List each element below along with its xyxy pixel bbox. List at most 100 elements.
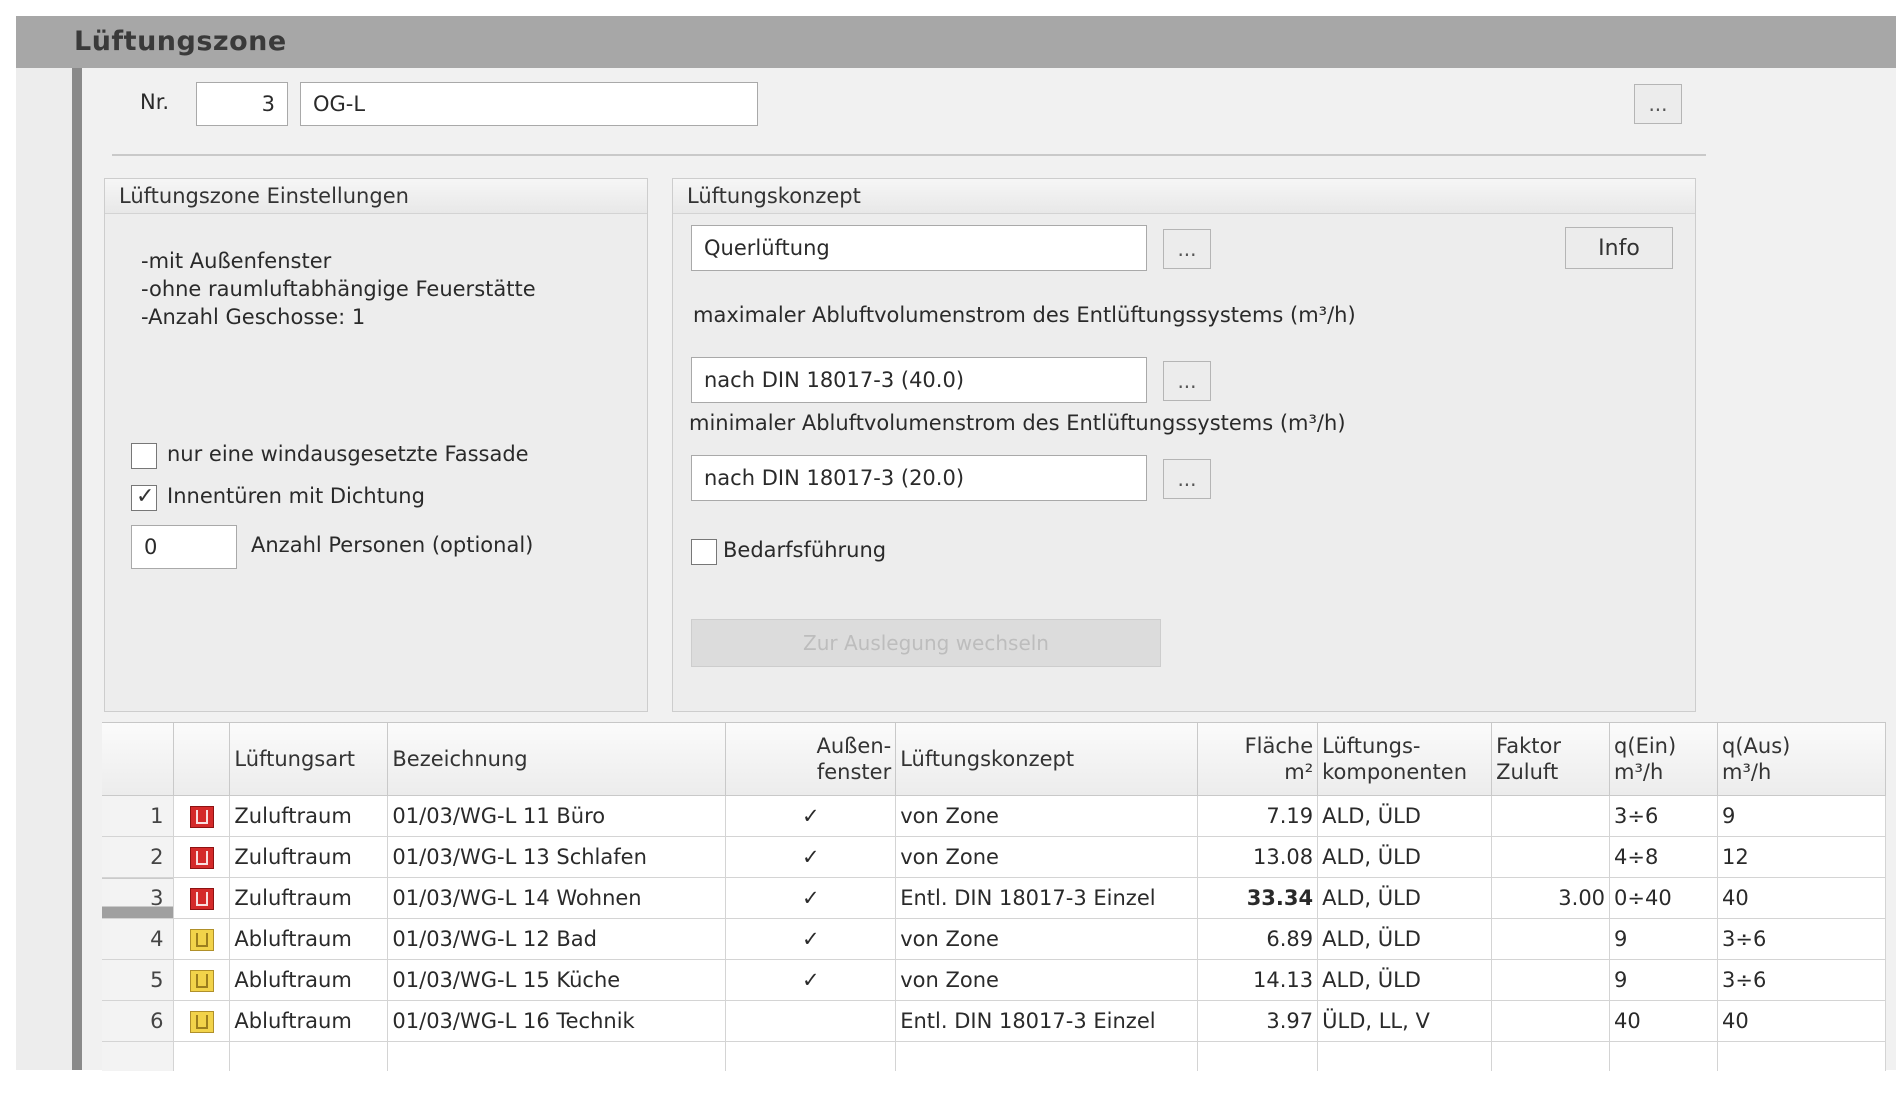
innentueren-checkbox[interactable]: ✓: [131, 484, 157, 511]
cell-qein[interactable]: 0÷40: [1609, 877, 1718, 919]
cell-konzept[interactable]: Entl. DIN 18017-3 Einzel: [895, 1000, 1199, 1042]
cell-art[interactable]: Zuluftraum: [229, 795, 389, 837]
cell-art[interactable]: Abluftraum: [229, 959, 389, 1001]
header-flaeche[interactable]: Fläche m²: [1197, 723, 1319, 796]
cell-qaus[interactable]: 12: [1717, 836, 1886, 878]
header-bezeichnung[interactable]: Bezeichnung: [387, 723, 727, 796]
empty-cell[interactable]: [1197, 1041, 1319, 1071]
row-number[interactable]: 3: [102, 877, 175, 919]
row-number[interactable]: 2: [102, 836, 175, 878]
max-exhaust-input[interactable]: nach DIN 18017-3 (40.0): [691, 357, 1147, 403]
cell-art[interactable]: Abluftraum: [229, 918, 389, 960]
cell-konzept[interactable]: von Zone: [895, 918, 1199, 960]
zone-more-button[interactable]: ...: [1634, 84, 1682, 124]
row-number[interactable]: 5: [102, 959, 175, 1001]
table-row[interactable]: 4 Abluftraum 01/03/WG-L 12 Bad ✓ von Zon…: [102, 918, 1886, 960]
left-splitter[interactable]: [72, 68, 82, 1070]
cell-bez[interactable]: 01/03/WG-L 16 Technik: [387, 1000, 727, 1042]
cell-flaeche[interactable]: 6.89: [1197, 918, 1319, 960]
zone-name-input[interactable]: OG-L: [300, 82, 758, 126]
persons-input[interactable]: 0: [131, 525, 237, 569]
cell-bez[interactable]: 01/03/WG-L 13 Schlafen: [387, 836, 727, 878]
empty-cell[interactable]: [1491, 1041, 1611, 1071]
cell-faktor[interactable]: [1491, 836, 1611, 878]
cell-qaus[interactable]: 40: [1717, 877, 1886, 919]
cell-flaeche[interactable]: 13.08: [1197, 836, 1319, 878]
cell-konzept[interactable]: von Zone: [895, 795, 1199, 837]
row-number[interactable]: [102, 1041, 175, 1071]
cell-aussen[interactable]: ✓: [725, 959, 897, 1001]
header-aussenfenster[interactable]: Außen-fenster: [725, 723, 897, 796]
empty-cell[interactable]: [1717, 1041, 1886, 1071]
empty-cell[interactable]: [895, 1041, 1199, 1071]
cell-art[interactable]: Zuluftraum: [229, 877, 389, 919]
cell-faktor[interactable]: [1491, 959, 1611, 1001]
cell-komp[interactable]: ÜLD, LL, V: [1317, 1000, 1493, 1042]
row-number[interactable]: 1: [102, 795, 175, 837]
concept-more-button[interactable]: ...: [1163, 229, 1211, 269]
cell-faktor[interactable]: [1491, 1000, 1611, 1042]
demand-control-checkbox[interactable]: [691, 539, 717, 565]
header-faktor[interactable]: Faktor Zuluft: [1491, 723, 1611, 796]
cell-faktor[interactable]: [1491, 795, 1611, 837]
header-qein[interactable]: q(Ein) m³/h: [1609, 723, 1718, 796]
cell-qein[interactable]: 40: [1609, 1000, 1718, 1042]
row-number[interactable]: 6: [102, 1000, 175, 1042]
cell-art[interactable]: Abluftraum: [229, 1000, 389, 1042]
header-konzept[interactable]: Lüftungskonzept: [895, 723, 1199, 796]
cell-qaus[interactable]: 3÷6: [1717, 918, 1886, 960]
header-qaus[interactable]: q(Aus) m³/h: [1717, 723, 1886, 796]
cell-qaus[interactable]: 9: [1717, 795, 1886, 837]
cell-aussen[interactable]: ✓: [725, 918, 897, 960]
cell-faktor[interactable]: 3.00: [1491, 877, 1611, 919]
empty-cell[interactable]: [725, 1041, 897, 1071]
cell-aussen[interactable]: ✓: [725, 877, 897, 919]
cell-komp[interactable]: ALD, ÜLD: [1317, 877, 1493, 919]
info-button[interactable]: Info: [1565, 227, 1673, 269]
cell-komp[interactable]: ALD, ÜLD: [1317, 836, 1493, 878]
cell-bez[interactable]: 01/03/WG-L 15 Küche: [387, 959, 727, 1001]
cell-bez[interactable]: 01/03/WG-L 12 Bad: [387, 918, 727, 960]
cell-komp[interactable]: ALD, ÜLD: [1317, 795, 1493, 837]
cell-konzept[interactable]: von Zone: [895, 959, 1199, 1001]
table-row-empty[interactable]: [102, 1041, 1886, 1071]
cell-qaus[interactable]: 3÷6: [1717, 959, 1886, 1001]
cell-aussen[interactable]: [725, 1000, 897, 1042]
cell-aussen[interactable]: ✓: [725, 795, 897, 837]
windexposed-checkbox[interactable]: [131, 443, 157, 469]
header-art[interactable]: Lüftungsart: [229, 723, 389, 796]
table-row[interactable]: 2 Zuluftraum 01/03/WG-L 13 Schlafen ✓ vo…: [102, 836, 1886, 878]
cell-faktor[interactable]: [1491, 918, 1611, 960]
cell-konzept[interactable]: von Zone: [895, 836, 1199, 878]
switch-to-design-button[interactable]: Zur Auslegung wechseln: [691, 619, 1161, 667]
cell-qein[interactable]: 9: [1609, 959, 1718, 1001]
table-row[interactable]: 5 Abluftraum 01/03/WG-L 15 Küche ✓ von Z…: [102, 959, 1886, 1001]
concept-select[interactable]: Querlüftung: [691, 225, 1147, 271]
cell-qaus[interactable]: 40: [1717, 1000, 1886, 1042]
cell-bez[interactable]: 01/03/WG-L 14 Wohnen: [387, 877, 727, 919]
cell-flaeche[interactable]: 3.97: [1197, 1000, 1319, 1042]
cell-bez[interactable]: 01/03/WG-L 11 Büro: [387, 795, 727, 837]
cell-konzept[interactable]: Entl. DIN 18017-3 Einzel: [895, 877, 1199, 919]
empty-cell[interactable]: [387, 1041, 727, 1071]
cell-art[interactable]: Zuluftraum: [229, 836, 389, 878]
min-exhaust-input[interactable]: nach DIN 18017-3 (20.0): [691, 455, 1147, 501]
cell-flaeche[interactable]: 33.34: [1197, 877, 1319, 919]
zone-number-input[interactable]: 3: [196, 82, 288, 126]
table-row[interactable]: 1 Zuluftraum 01/03/WG-L 11 Büro ✓ von Zo…: [102, 795, 1886, 837]
empty-cell[interactable]: [1317, 1041, 1493, 1071]
empty-cell[interactable]: [229, 1041, 389, 1071]
cell-komp[interactable]: ALD, ÜLD: [1317, 959, 1493, 1001]
empty-cell[interactable]: [173, 1041, 231, 1071]
cell-aussen[interactable]: ✓: [725, 836, 897, 878]
cell-qein[interactable]: 4÷8: [1609, 836, 1718, 878]
cell-flaeche[interactable]: 14.13: [1197, 959, 1319, 1001]
cell-qein[interactable]: 9: [1609, 918, 1718, 960]
header-komponenten[interactable]: Lüftungs-komponenten: [1317, 723, 1493, 796]
cell-komp[interactable]: ALD, ÜLD: [1317, 918, 1493, 960]
table-row[interactable]: 6 Abluftraum 01/03/WG-L 16 Technik Entl.…: [102, 1000, 1886, 1042]
empty-cell[interactable]: [1609, 1041, 1718, 1071]
min-exhaust-more-button[interactable]: ...: [1163, 459, 1211, 499]
cell-qein[interactable]: 3÷6: [1609, 795, 1718, 837]
row-number[interactable]: 4: [102, 918, 175, 960]
